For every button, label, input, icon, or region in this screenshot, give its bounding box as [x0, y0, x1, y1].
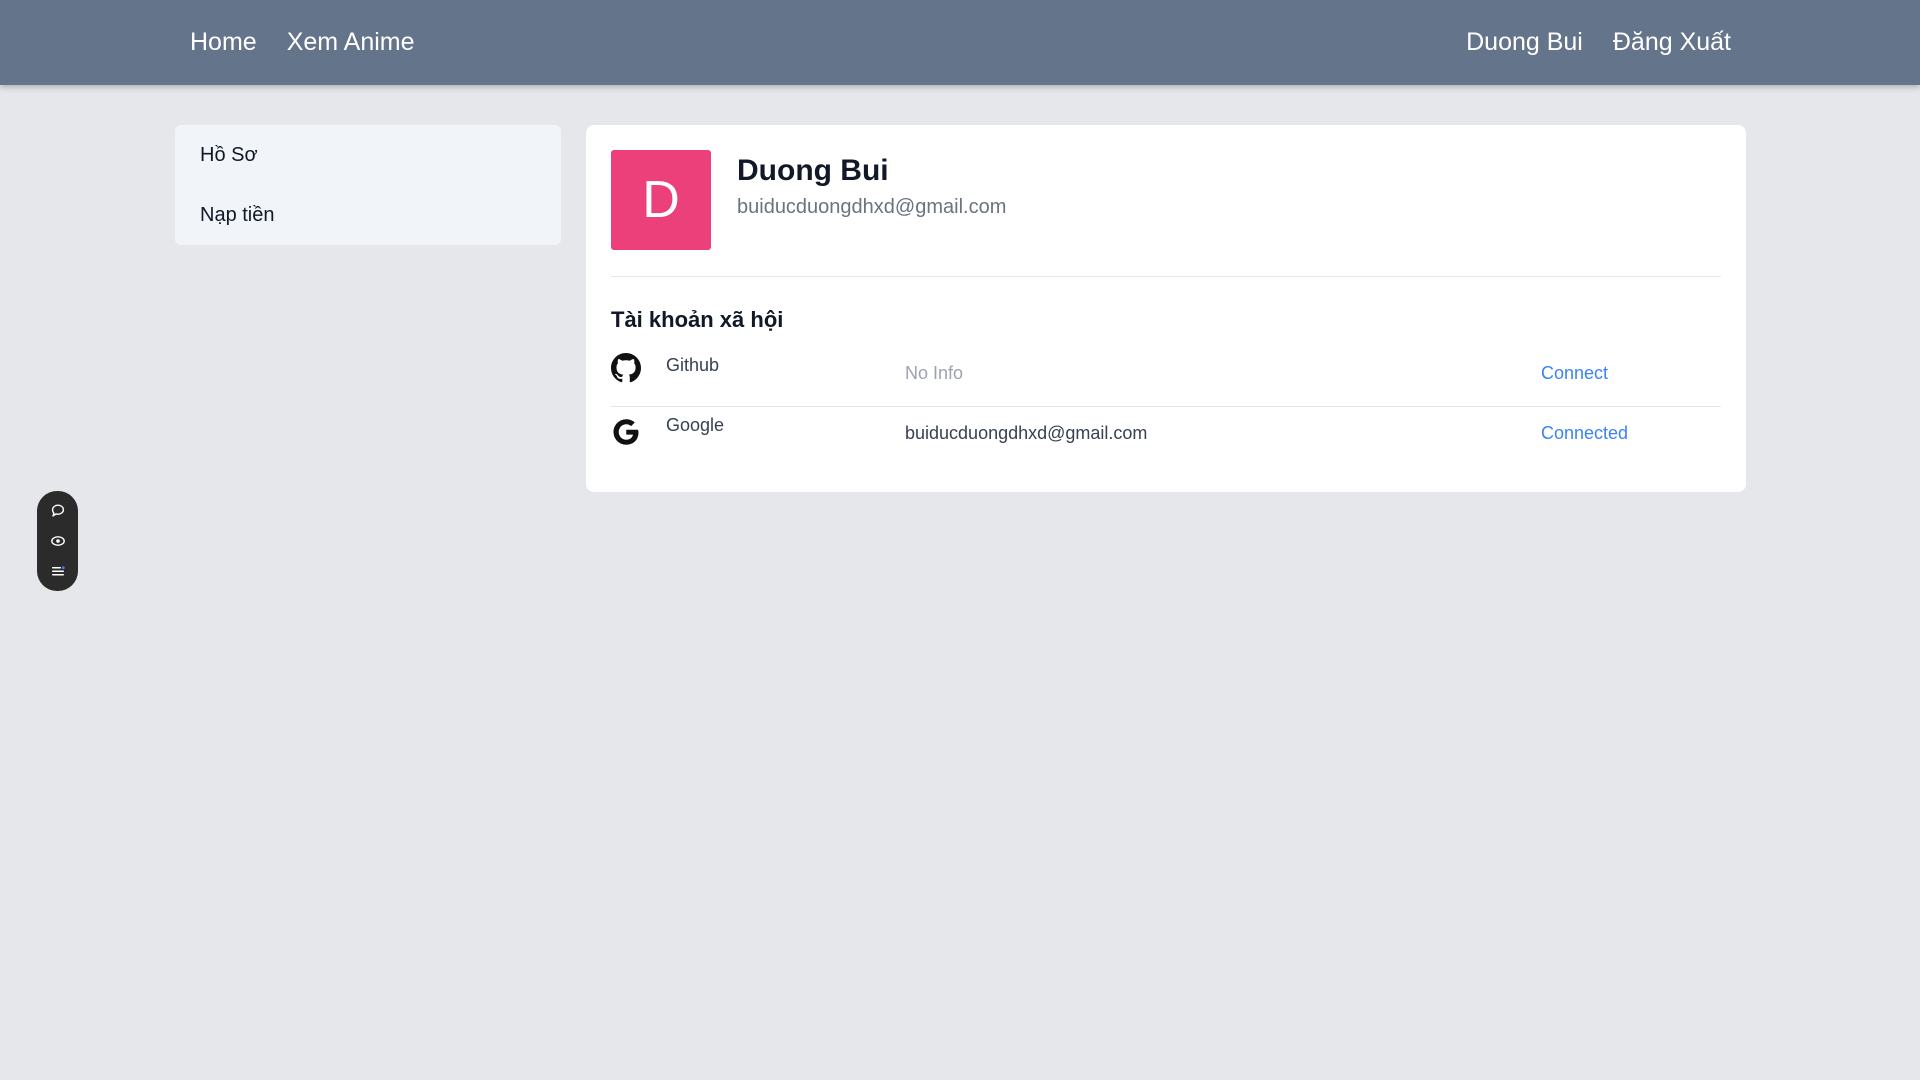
nav-left: Home Xem Anime: [190, 28, 415, 57]
nav-logout-link[interactable]: Đăng Xuất: [1613, 28, 1731, 57]
profile-card: D Duong Bui buiducduongdhxd@gmail.com Tà…: [586, 125, 1746, 492]
eye-icon[interactable]: [49, 532, 67, 550]
profile-header: D Duong Bui buiducduongdhxd@gmail.com: [611, 150, 1721, 250]
profile-email: buiducduongdhxd@gmail.com: [737, 196, 1007, 218]
social-accounts-list: Github No Info Connect Google buiducduon…: [611, 347, 1721, 465]
divider: [611, 276, 1721, 277]
list-icon[interactable]: [49, 562, 67, 580]
profile-text: Duong Bui buiducduongdhxd@gmail.com: [737, 150, 1006, 219]
github-icon: [611, 353, 641, 383]
floating-toolbar: [37, 491, 78, 591]
social-row-google: Google buiducduongdhxd@gmail.com Connect…: [611, 406, 1721, 465]
social-name: Github: [666, 355, 720, 375]
social-info: No Info: [905, 363, 964, 383]
nav-watch-anime-link[interactable]: Xem Anime: [287, 28, 415, 57]
top-navigation: Home Xem Anime Duong Bui Đăng Xuất: [0, 0, 1920, 85]
nav-user-link[interactable]: Duong Bui: [1466, 28, 1583, 57]
sidebar-item-profile[interactable]: Hồ Sơ: [175, 139, 561, 185]
sidebar: Hồ Sơ Nạp tiền: [175, 125, 561, 245]
social-info: buiducduongdhxd@gmail.com: [905, 423, 1148, 443]
profile-name: Duong Bui: [737, 154, 889, 187]
social-accounts-title: Tài khoản xã hội: [611, 307, 784, 332]
google-icon: [611, 417, 641, 447]
sidebar-item-top-up[interactable]: Nạp tiền: [175, 199, 561, 245]
social-row-github: Github No Info Connect: [611, 347, 1721, 406]
google-connected-button[interactable]: Connected: [1541, 423, 1628, 444]
avatar: D: [611, 150, 711, 250]
social-name: Google: [666, 415, 725, 435]
connect-github-button[interactable]: Connect: [1541, 363, 1608, 384]
nav-right: Duong Bui Đăng Xuất: [1466, 28, 1731, 57]
chat-bubble-icon[interactable]: [49, 502, 67, 520]
nav-home-link[interactable]: Home: [190, 28, 257, 57]
